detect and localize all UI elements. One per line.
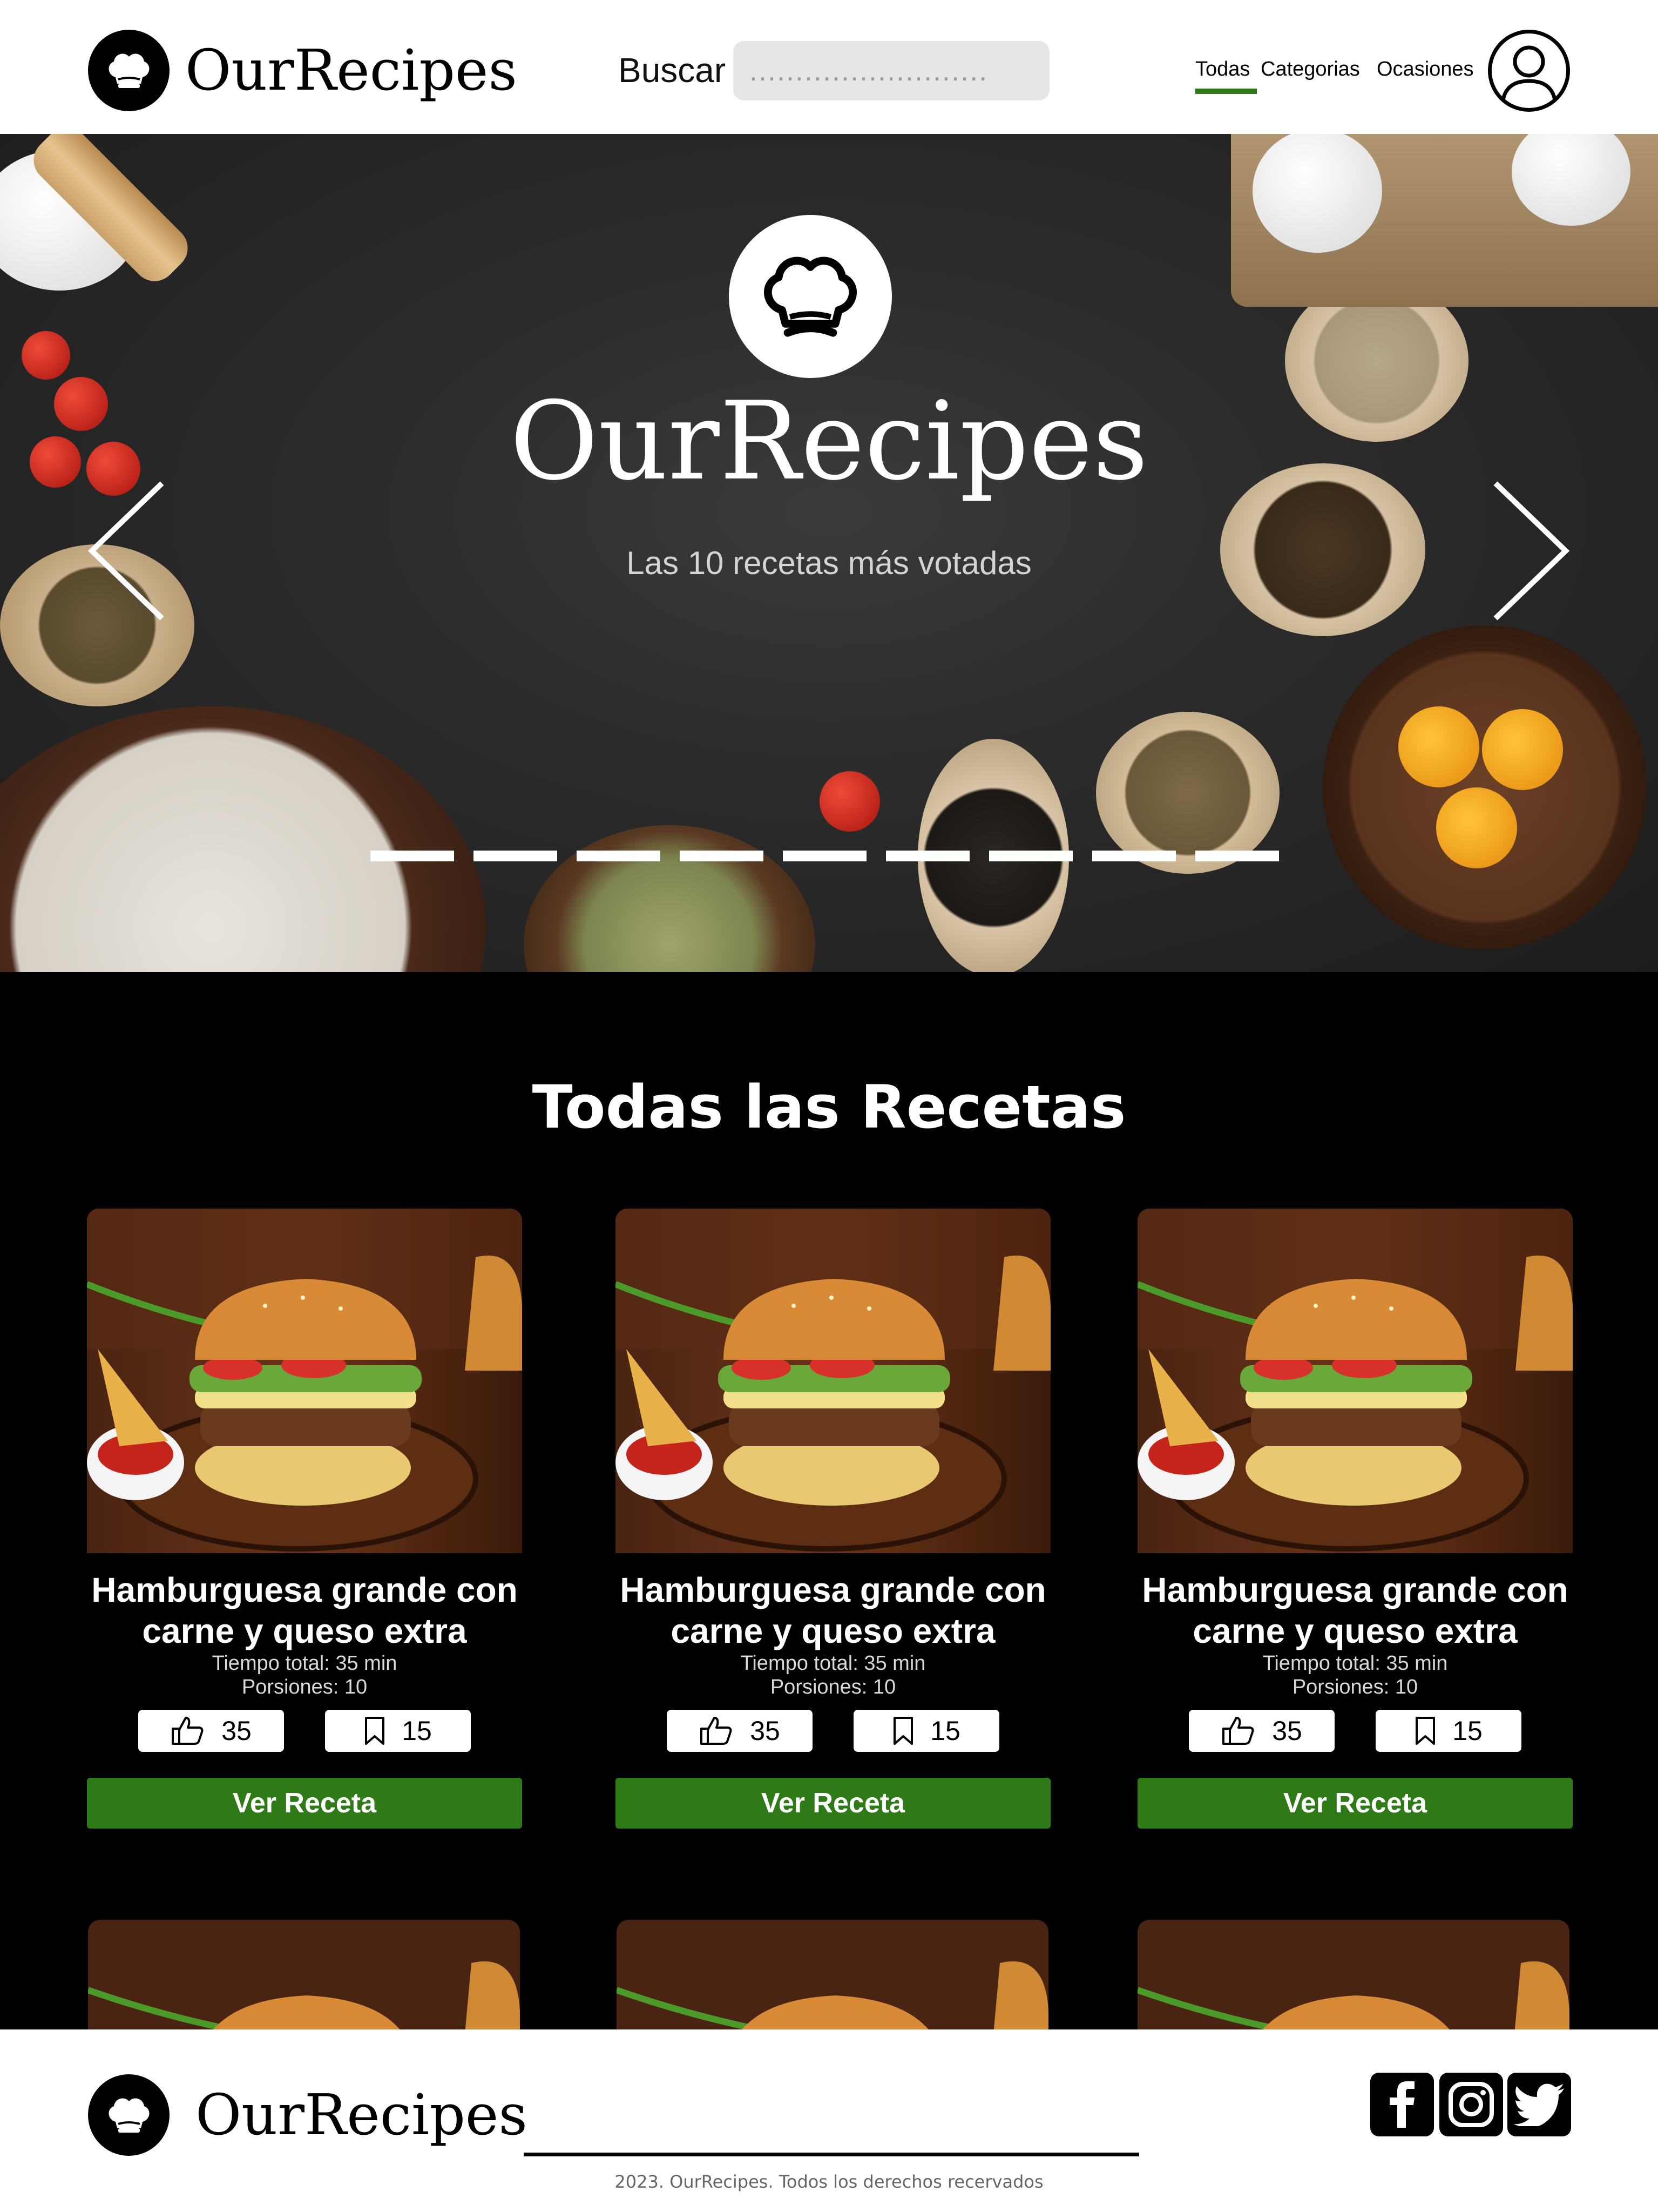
chevron-left-icon [87,481,164,621]
recipe-image[interactable] [87,1209,522,1553]
carousel-dot[interactable] [989,851,1073,861]
recipe-servings: Porsiones: 10 [770,1676,896,1698]
spice-spoon-decoration [1096,712,1280,874]
user-account-button[interactable] [1488,30,1570,112]
save-count: 15 [1452,1716,1483,1746]
nav-item-categorias[interactable]: Categorias [1261,56,1360,82]
recipe-servings: Porsiones: 10 [1292,1676,1418,1698]
twitter-icon [1513,2083,1564,2126]
like-button[interactable]: 35 [138,1710,284,1752]
egg-decoration [1253,134,1382,253]
search-input[interactable] [733,41,1050,100]
carousel-dot[interactable] [370,851,454,861]
recipe-card: Hamburguesa grande con carne y queso ext… [615,1209,1051,1829]
recipe-total-time: Tiempo total: 35 min [740,1652,926,1675]
recipe-title[interactable]: Hamburguesa grande con carne y queso ext… [583,1569,1083,1651]
cherry-tomato-decoration [820,771,880,832]
nav-item-ocasiones[interactable]: Ocasiones [1377,56,1474,82]
footer-divider [524,2153,1139,2156]
view-recipe-button[interactable]: Ver Receta [1138,1778,1573,1829]
recipe-total-time: Tiempo total: 35 min [1262,1652,1448,1675]
carousel-dot[interactable] [1195,851,1279,861]
hero-chef-hat-logo-icon [729,215,892,378]
like-button[interactable]: 35 [667,1710,813,1752]
instagram-icon [1449,2082,1494,2127]
egg-yolk-decoration [1482,709,1563,790]
save-button[interactable]: 15 [1376,1710,1521,1752]
chef-hat-logo-icon[interactable] [88,2074,170,2156]
instagram-link[interactable] [1439,2073,1503,2136]
site-footer: OurRecipes 2023. OurRecipes. Todos los d… [0,2029,1658,2212]
save-button[interactable]: 15 [325,1710,471,1752]
carousel-dot[interactable] [886,851,970,861]
chevron-right-icon [1493,481,1570,621]
twitter-link[interactable] [1507,2073,1571,2136]
hero-carousel: OurRecipes Las 10 recetas más votadas [0,134,1658,972]
save-button[interactable]: 15 [854,1710,999,1752]
hero-subtitle: Las 10 recetas más votadas [626,545,1032,581]
egg-yolk-decoration [1436,787,1517,868]
tomato-decoration [22,331,70,380]
recipe-servings: Porsiones: 10 [241,1676,368,1698]
bookmark-icon [365,1717,385,1745]
like-count: 35 [750,1716,780,1746]
facebook-link[interactable] [1370,2073,1434,2136]
carousel-dot[interactable] [577,851,660,861]
flour-bowl-decoration [0,706,486,972]
nav-active-indicator [1195,89,1257,94]
search-label: Buscar [618,51,726,90]
recipe-image[interactable] [1138,1209,1573,1553]
nav-item-todas[interactable]: Todas [1195,56,1250,82]
section-title: Todas las Recetas [532,1073,1126,1142]
chef-hat-logo-icon[interactable] [88,30,170,111]
thumbs-up-icon [700,1717,732,1745]
egg-yolk-decoration [1398,706,1479,787]
carousel-next-button[interactable] [1490,481,1571,621]
thumbs-up-icon [1222,1717,1254,1745]
like-count: 35 [221,1716,252,1746]
carousel-dot[interactable] [1092,851,1176,861]
save-count: 15 [930,1716,960,1746]
view-recipe-button[interactable]: Ver Receta [87,1778,522,1829]
site-header: OurRecipes Buscar Todas Categorias Ocasi… [0,0,1658,134]
thumbs-up-icon [172,1717,204,1745]
recipe-title[interactable]: Hamburguesa grande con carne y queso ext… [1105,1569,1605,1651]
facebook-icon [1390,2081,1415,2128]
save-count: 15 [402,1716,432,1746]
hero-title: OurRecipes [510,379,1148,504]
bookmark-icon [894,1717,913,1745]
carousel-dot[interactable] [473,851,557,861]
user-icon [1500,45,1558,104]
recipe-total-time: Tiempo total: 35 min [212,1652,397,1675]
brand-name[interactable]: OurRecipes [185,36,517,105]
like-button[interactable]: 35 [1189,1710,1335,1752]
recipe-card: Hamburguesa grande con carne y queso ext… [1138,1209,1573,1829]
footer-brand-name[interactable]: OurRecipes [195,2080,527,2149]
carousel-indicators [370,851,1279,861]
view-recipe-button[interactable]: Ver Receta [615,1778,1051,1829]
carousel-dot[interactable] [783,851,867,861]
copyright-text: 2023. OurRecipes. Todos los derechos rec… [614,2171,1044,2192]
carousel-dot[interactable] [680,851,763,861]
bookmark-icon [1416,1717,1436,1745]
recipe-title[interactable]: Hamburguesa grande con carne y queso ext… [55,1569,554,1651]
egg-bowl-decoration [1323,625,1647,949]
bay-leaf-bowl-decoration [524,825,815,972]
recipe-card: Hamburguesa grande con carne y queso ext… [87,1209,522,1829]
like-count: 35 [1272,1716,1302,1746]
recipe-image[interactable] [615,1209,1051,1553]
carousel-prev-button[interactable] [86,481,167,621]
